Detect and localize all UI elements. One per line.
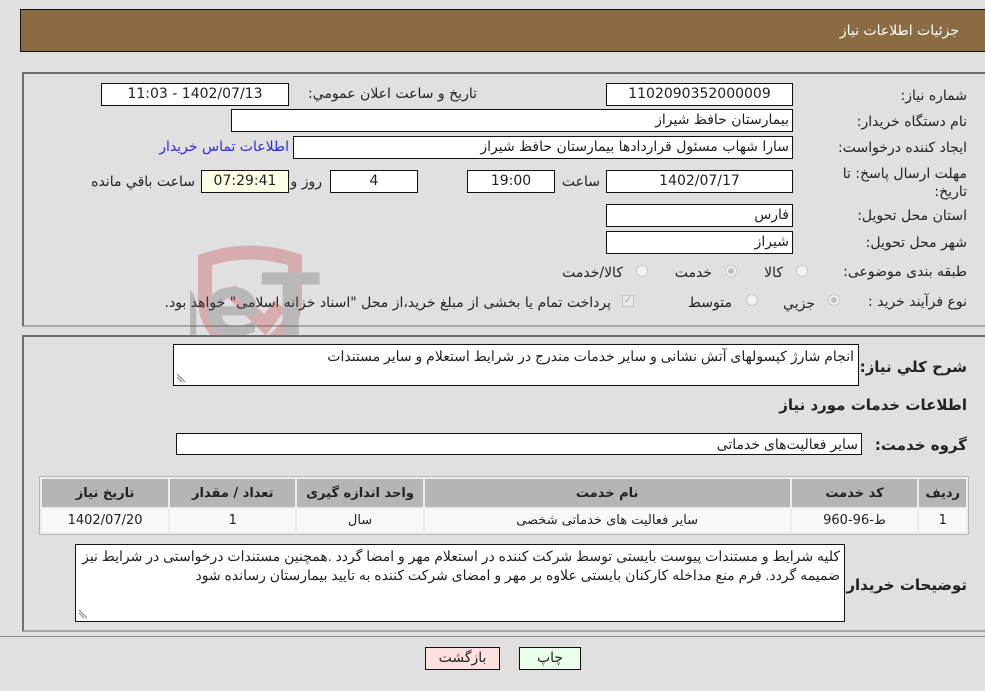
footer-divider — [0, 636, 985, 637]
page-header: جزئیات اطلاعات نیاز — [20, 9, 985, 52]
table-header-row: ردیف کد خدمت نام خدمت واحد اندازه گیری ت… — [42, 479, 966, 507]
deadline-date-field[interactable]: 1402/07/17 — [606, 170, 793, 193]
cell-service-name: سایر فعالیت های خدماتی شخصی — [424, 509, 790, 532]
col-row-number: ردیف — [919, 479, 966, 507]
requester-field[interactable]: سارا شهاب مسئول قراردادها بیمارستان حافظ… — [293, 136, 793, 159]
purchase-radio-medium[interactable] — [746, 294, 758, 306]
time-remaining-field: 07:29:41 — [201, 170, 289, 193]
category-option-goods-service: کالا/خدمت — [562, 265, 623, 281]
purchase-option-minor: جزیي — [783, 296, 815, 312]
general-desc-text: انجام شارژ کپسولهای آتش نشانی و سایر خدم… — [327, 348, 854, 364]
treasury-note: پرداخت تمام یا بخشی از مبلغ خرید،از محل … — [164, 295, 611, 311]
cell-row-number: 1 — [919, 509, 966, 532]
buyer-notes-textarea[interactable]: کلیه شرایط و مستندات پیوست بایستی توسط ش… — [75, 544, 845, 622]
general-desc-textarea[interactable]: انجام شارژ کپسولهای آتش نشانی و سایر خدم… — [173, 344, 859, 386]
category-option-goods: کالا — [764, 265, 783, 281]
category-radio-service[interactable] — [725, 265, 737, 277]
deadline-time-label: ساعت — [561, 174, 600, 190]
announce-datetime-label: تاریخ و ساعت اعلان عمومي: — [308, 86, 477, 102]
general-desc-label: شرح کلي نیاز: — [859, 358, 967, 376]
table-row: 1 ط-96-960 سایر فعالیت های خدماتی شخصی س… — [42, 509, 966, 532]
days-remaining-field: 4 — [330, 170, 418, 193]
col-service-code: کد خدمت — [791, 479, 918, 507]
province-field[interactable]: فارس — [606, 204, 793, 227]
col-service-name: نام خدمت — [424, 479, 790, 507]
services-table: ردیف کد خدمت نام خدمت واحد اندازه گیری ت… — [39, 476, 969, 535]
days-label: روز و — [290, 174, 323, 190]
buyer-notes-text: کلیه شرایط و مستندات پیوست بایستی توسط ش… — [82, 548, 840, 583]
purchase-option-medium: متوسط — [688, 295, 732, 311]
city-label: شهر محل تحویل: — [865, 235, 967, 251]
service-group-label: گروه خدمت: — [874, 436, 967, 454]
category-radio-goods[interactable] — [796, 265, 808, 277]
buyer-org-label: نام دستگاه خریدار: — [856, 114, 967, 130]
category-radio-goods-service[interactable] — [636, 265, 648, 277]
services-heading: اطلاعات خدمات مورد نیاز — [779, 396, 967, 414]
col-quantity: تعداد / مقدار — [170, 479, 296, 507]
resize-grip-icon[interactable] — [176, 373, 186, 383]
purchase-type-label: نوع فرآیند خرید : — [868, 294, 967, 310]
province-label: استان محل تحویل: — [857, 208, 967, 224]
buyer-notes-label: توضیحات خریدار: — [840, 576, 967, 594]
cell-unit: سال — [297, 509, 423, 532]
print-button[interactable]: چاپ — [519, 647, 581, 670]
cell-service-code: ط-96-960 — [791, 509, 918, 532]
treasury-checkbox[interactable]: ✓ — [622, 295, 634, 307]
buyer-org-field[interactable]: بیمارستان حافظ شیراز — [231, 109, 793, 132]
cell-quantity: 1 — [170, 509, 296, 532]
deadline-time-field[interactable]: 19:00 — [467, 170, 555, 193]
purchase-radio-minor[interactable] — [828, 294, 840, 306]
service-group-field[interactable]: سایر فعالیت‌های خدماتی — [176, 433, 862, 455]
need-number-label: شماره نیاز: — [900, 88, 968, 104]
city-field[interactable]: شیراز — [606, 231, 793, 254]
time-remaining-label: ساعت باقي مانده — [91, 174, 195, 190]
col-need-date: تاریخ نیاز — [42, 479, 169, 507]
buyer-contact-link[interactable]: اطلاعات تماس خریدار — [159, 139, 289, 155]
requester-label: ایجاد کننده درخواست: — [838, 140, 967, 156]
col-unit: واحد اندازه گیری — [297, 479, 423, 507]
announce-datetime-field[interactable]: 1402/07/13 - 11:03 — [101, 83, 289, 106]
cell-need-date: 1402/07/20 — [42, 509, 169, 532]
back-button[interactable]: بازگشت — [425, 647, 500, 670]
resize-grip-icon[interactable] — [78, 609, 88, 619]
category-label: طبقه بندی موضوعی: — [843, 264, 967, 280]
page-title: جزئیات اطلاعات نیاز — [839, 23, 959, 39]
need-number-field[interactable]: 1102090352000009 — [606, 83, 793, 106]
deadline-label: مهلت ارسال پاسخ: تا تاریخ: — [842, 166, 967, 200]
category-option-service: خدمت — [674, 265, 712, 281]
